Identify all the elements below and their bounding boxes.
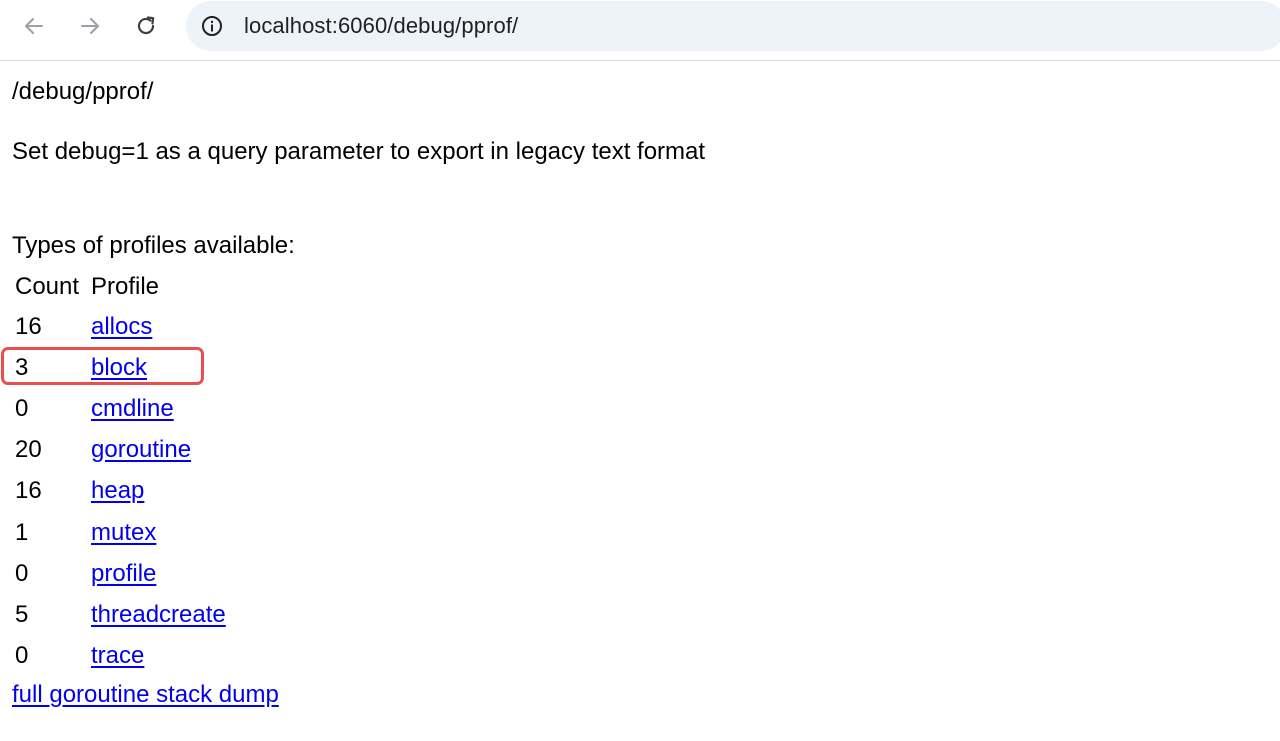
count-cell: 20 [15, 436, 42, 464]
profile-cell: cmdline [90, 388, 227, 429]
profile-cell: threadcreate [90, 594, 227, 635]
count-cell: 5 [15, 600, 29, 628]
count-cell: 3 [15, 353, 29, 381]
profile-link-heap[interactable]: heap [91, 477, 144, 504]
profile-link-mutex[interactable]: mutex [91, 519, 156, 546]
profile-link-goroutine[interactable]: goroutine [91, 436, 191, 463]
address-bar[interactable]: localhost:6060/debug/pprof/ [186, 1, 1280, 51]
profile-cell: block [90, 347, 227, 388]
count-cell: 16 [15, 312, 42, 340]
profile-link-allocs[interactable]: allocs [91, 313, 152, 340]
profile-cell: allocs [90, 306, 227, 347]
types-heading: Types of profiles available: [12, 232, 295, 259]
page-title: /debug/pprof/ [12, 78, 154, 105]
profile-link-cmdline[interactable]: cmdline [91, 395, 174, 422]
count-cell: 0 [15, 559, 29, 587]
table-row: 3 block [14, 347, 227, 388]
profile-cell: goroutine [90, 430, 227, 471]
table-row: 0 trace [14, 636, 227, 677]
count-cell: 1 [15, 518, 29, 546]
profile-header: Profile [91, 273, 160, 300]
profiles-table: Count Profile 16 allocs 3 block 0 cmdlin… [12, 268, 229, 677]
count-cell: 0 [15, 394, 29, 422]
table-row: 16 heap [14, 471, 227, 512]
profile-cell: mutex [90, 512, 227, 553]
profile-link-block[interactable]: block [91, 354, 147, 381]
table-row: 16 allocs [14, 306, 227, 347]
back-button[interactable] [17, 9, 51, 43]
arrow-left-icon [25, 18, 43, 34]
profile-cell: profile [90, 553, 227, 594]
forward-button[interactable] [73, 9, 107, 43]
count-cell: 0 [15, 642, 29, 670]
reload-button[interactable] [129, 9, 163, 43]
reload-icon [137, 16, 155, 35]
url-text[interactable]: localhost:6060/debug/pprof/ [244, 13, 518, 39]
table-row: 5 threadcreate [14, 594, 227, 635]
table-header-row: Count Profile [14, 268, 227, 306]
count-cell: 16 [15, 477, 42, 505]
info-circle-icon [202, 16, 222, 36]
profile-cell: heap [90, 471, 227, 512]
profile-cell: trace [90, 636, 227, 677]
debug-hint: Set debug=1 as a query parameter to expo… [12, 138, 706, 165]
table-row: 20 goroutine [14, 430, 227, 471]
table-row: 1 mutex [14, 512, 227, 553]
profile-link-profile[interactable]: profile [91, 560, 156, 587]
profile-link-threadcreate[interactable]: threadcreate [91, 601, 226, 628]
profile-link-trace[interactable]: trace [91, 642, 144, 669]
table-row: 0 cmdline [14, 388, 227, 429]
table-row: 0 profile [14, 553, 227, 594]
site-info-button[interactable] [198, 12, 226, 40]
arrow-right-icon [81, 18, 99, 34]
count-header: Count [15, 273, 80, 300]
browser-toolbar: localhost:6060/debug/pprof/ [0, 0, 1280, 61]
full-goroutine-dump-link[interactable]: full goroutine stack dump [12, 680, 279, 710]
